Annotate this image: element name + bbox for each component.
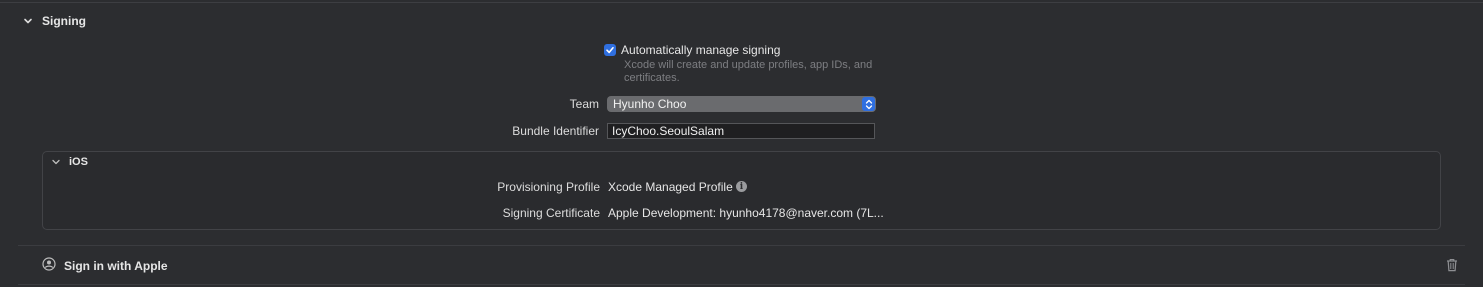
- provisioning-profile-label: Provisioning Profile: [497, 180, 600, 194]
- ios-section-title: iOS: [69, 156, 88, 168]
- signing-section-header[interactable]: Signing: [22, 12, 86, 30]
- top-divider: [0, 2, 1483, 3]
- bottom-divider: [18, 284, 1465, 285]
- checkmark-icon[interactable]: [604, 44, 616, 56]
- trash-icon[interactable]: [1446, 258, 1458, 272]
- sign-in-with-apple-title: Sign in with Apple: [64, 258, 168, 273]
- chevron-down-icon[interactable]: [22, 15, 34, 27]
- ios-section-header[interactable]: iOS: [50, 156, 88, 168]
- person-circle-icon: [42, 257, 56, 274]
- sign-in-with-apple-capability[interactable]: Sign in with Apple: [42, 257, 168, 274]
- provisioning-profile-value: Xcode Managed Profile: [608, 180, 733, 194]
- up-down-chevron-icon[interactable]: [862, 97, 875, 111]
- info-icon[interactable]: i: [736, 181, 747, 192]
- team-label: Team: [569, 97, 599, 111]
- signing-section-title: Signing: [42, 14, 86, 28]
- auto-manage-signing-help: Xcode will create and update profiles, a…: [624, 59, 873, 84]
- section-divider: [18, 245, 1465, 246]
- team-value: Hyunho Choo: [613, 97, 687, 111]
- bundle-identifier-field[interactable]: IcyChoo.SeoulSalam: [607, 123, 875, 139]
- team-popup-button[interactable]: Hyunho Choo: [607, 96, 876, 112]
- signing-certificate-label: Signing Certificate: [502, 206, 600, 220]
- bundle-identifier-label: Bundle Identifier: [512, 124, 599, 138]
- chevron-down-icon[interactable]: [50, 156, 62, 168]
- auto-manage-signing-checkbox-row[interactable]: Automatically manage signing: [604, 43, 780, 57]
- auto-manage-signing-label: Automatically manage signing: [621, 43, 781, 57]
- signing-certificate-value: Apple Development: hyunho4178@naver.com …: [608, 206, 884, 220]
